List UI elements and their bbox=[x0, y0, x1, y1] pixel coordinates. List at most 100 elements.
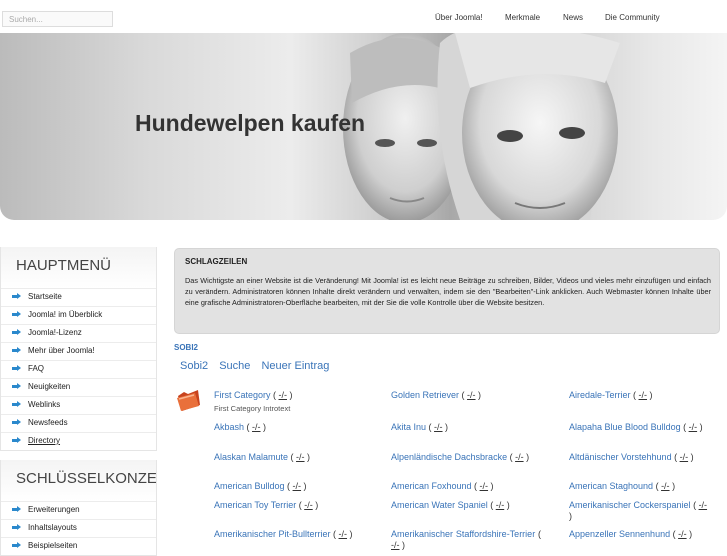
category-link[interactable]: Amerikanischer Cockerspaniel ( -/- ) bbox=[569, 500, 712, 522]
category-link[interactable]: American Foxhound ( -/- ) bbox=[391, 481, 541, 492]
category-name[interactable]: Alapaha Blue Blood Bulldog bbox=[569, 422, 681, 432]
header-banner: Hundewelpen kaufen bbox=[0, 33, 727, 220]
category-count: ( -/- ) bbox=[459, 390, 482, 400]
category-count: ( -/- ) bbox=[284, 481, 307, 491]
menu-item-label: Directory bbox=[28, 436, 61, 445]
main-menu-title: HAUPTMENÜ bbox=[1, 247, 156, 288]
topnav-item-merkmale[interactable]: Merkmale bbox=[505, 13, 540, 22]
category-name[interactable]: Akbash bbox=[214, 422, 244, 432]
menu-item-label: Beispielseiten bbox=[28, 541, 78, 550]
category-link[interactable]: Airedale-Terrier ( -/- ) bbox=[569, 390, 712, 401]
menu-item-directory[interactable]: Directory bbox=[1, 432, 156, 450]
menu-item-label: Neuigkeiten bbox=[28, 382, 71, 391]
main-menu: HAUPTMENÜ Startseite Joomla! im Überblic… bbox=[0, 247, 157, 451]
category-count: ( -/- ) bbox=[670, 529, 693, 539]
menu-item-label: Mehr über Joomla! bbox=[28, 346, 95, 355]
category-count: ( -/- ) bbox=[270, 390, 293, 400]
topnav-item-ueber-joomla[interactable]: Über Joomla! bbox=[435, 13, 483, 22]
menu-item-faq[interactable]: FAQ bbox=[1, 360, 156, 378]
count-value: -/- bbox=[467, 390, 476, 400]
count-value: -/- bbox=[434, 422, 443, 432]
sobi-nav-search[interactable]: Suche bbox=[219, 360, 250, 372]
category-link[interactable]: American Water Spaniel ( -/- ) bbox=[391, 500, 541, 511]
count-value: -/- bbox=[292, 481, 302, 491]
category-link[interactable]: First Category ( -/- ) bbox=[214, 390, 359, 401]
count-value: -/- bbox=[678, 529, 687, 539]
menu-item-startseite[interactable]: Startseite bbox=[1, 288, 156, 306]
headlines-box: SCHLAGZEILEN Das Wichtigste an einer Web… bbox=[174, 248, 720, 334]
menu-item-erweiterungen[interactable]: Erweiterungen bbox=[1, 501, 156, 519]
category-link[interactable]: Alapaha Blue Blood Bulldog ( -/- ) bbox=[569, 422, 712, 433]
menu-item-weblinks[interactable]: Weblinks bbox=[1, 396, 156, 414]
category-name[interactable]: Altdänischer Vorstehhund bbox=[569, 452, 672, 462]
category-link[interactable]: Alaskan Malamute ( -/- ) bbox=[214, 452, 359, 463]
count-value: -/- bbox=[698, 500, 708, 510]
menu-item-label: FAQ bbox=[28, 364, 45, 373]
sobi-navigation: Sobi2 Suche Neuer Eintrag bbox=[180, 360, 337, 372]
menu-item-neuigkeiten[interactable]: Neuigkeiten bbox=[1, 378, 156, 396]
category-count: ( -/- ) bbox=[671, 452, 694, 462]
category-name[interactable]: First Category bbox=[214, 390, 271, 400]
concepts-menu-title: SCHLÜSSELKONZEPTE bbox=[1, 460, 156, 501]
category-name[interactable]: American Toy Terrier bbox=[214, 500, 296, 510]
category-name[interactable]: Alaskan Malamute bbox=[214, 452, 288, 462]
category-name[interactable]: American Water Spaniel bbox=[391, 500, 488, 510]
count-value: -/- bbox=[278, 390, 288, 400]
count-value: -/- bbox=[304, 500, 313, 510]
category-name[interactable]: Golden Retriever bbox=[391, 390, 459, 400]
topnav-item-news[interactable]: News bbox=[563, 13, 583, 22]
menu-item-label: Newsfeeds bbox=[28, 418, 68, 427]
sobi-section-label: SOBI2 bbox=[174, 343, 199, 352]
menu-item-inhaltslayouts[interactable]: Inhaltslayouts bbox=[1, 519, 156, 537]
category-link[interactable]: American Staghound ( -/- ) bbox=[569, 481, 712, 492]
category-count: ( -/- ) bbox=[426, 422, 449, 432]
category-link[interactable]: Akita Inu ( -/- ) bbox=[391, 422, 541, 433]
category-name[interactable]: American Foxhound bbox=[391, 481, 472, 491]
category-name[interactable]: Alpenländische Dachsbracke bbox=[391, 452, 507, 462]
menu-item-mehr[interactable]: Mehr über Joomla! bbox=[1, 342, 156, 360]
category-count: ( -/- ) bbox=[680, 422, 703, 432]
category-introtext: First Category Introtext bbox=[214, 404, 291, 413]
menu-item-label: Joomla!-Lizenz bbox=[28, 328, 82, 337]
count-value: -/- bbox=[679, 452, 689, 462]
category-count: ( -/- ) bbox=[296, 500, 319, 510]
headlines-text: Das Wichtigste an einer Website ist die … bbox=[185, 276, 711, 307]
topnav-item-community[interactable]: Die Community bbox=[605, 13, 660, 22]
menu-item-lizenz[interactable]: Joomla!-Lizenz bbox=[1, 324, 156, 342]
category-link[interactable]: American Toy Terrier ( -/- ) bbox=[214, 500, 359, 511]
menu-item-label: Inhaltslayouts bbox=[28, 523, 77, 532]
category-name[interactable]: Akita Inu bbox=[391, 422, 426, 432]
menu-item-label: Joomla! im Überblick bbox=[28, 310, 103, 319]
menu-item-newsfeeds[interactable]: Newsfeeds bbox=[1, 414, 156, 432]
count-value: -/- bbox=[252, 422, 261, 432]
category-name[interactable]: Amerikanischer Pit-Bullterrier bbox=[214, 529, 331, 539]
category-name[interactable]: Amerikanischer Cockerspaniel bbox=[569, 500, 691, 510]
menu-item-label: Startseite bbox=[28, 292, 62, 301]
category-name[interactable]: Airedale-Terrier bbox=[569, 390, 631, 400]
category-link[interactable]: Amerikanischer Pit-Bullterrier ( -/- ) bbox=[214, 529, 359, 540]
category-link[interactable]: Golden Retriever ( -/- ) bbox=[391, 390, 541, 401]
category-name[interactable]: American Staghound bbox=[569, 481, 653, 491]
category-link[interactable]: American Bulldog ( -/- ) bbox=[214, 481, 359, 492]
category-name[interactable]: Appenzeller Sennenhund bbox=[569, 529, 670, 539]
menu-item-beispielseiten[interactable]: Beispielseiten bbox=[1, 537, 156, 555]
folder-icon bbox=[177, 390, 200, 411]
count-value: -/- bbox=[479, 481, 489, 491]
category-link[interactable]: Alpenländische Dachsbracke ( -/- ) bbox=[391, 452, 541, 463]
category-name[interactable]: Amerikanischer Staffordshire-Terrier bbox=[391, 529, 535, 539]
sobi-nav-new-entry[interactable]: Neuer Eintrag bbox=[261, 360, 329, 372]
headlines-title: SCHLAGZEILEN bbox=[185, 257, 248, 266]
count-value: -/- bbox=[495, 500, 505, 510]
category-link[interactable]: Amerikanischer Staffordshire-Terrier ( -… bbox=[391, 529, 541, 551]
menu-item-ueberblick[interactable]: Joomla! im Überblick bbox=[1, 306, 156, 324]
category-count: ( -/- ) bbox=[653, 481, 676, 491]
sobi-nav-home[interactable]: Sobi2 bbox=[180, 360, 208, 372]
category-count: ( -/- ) bbox=[630, 390, 653, 400]
category-count: ( -/- ) bbox=[507, 452, 530, 462]
category-link[interactable]: Akbash ( -/- ) bbox=[214, 422, 359, 433]
category-link[interactable]: Appenzeller Sennenhund ( -/- ) bbox=[569, 529, 712, 540]
category-name[interactable]: American Bulldog bbox=[214, 481, 285, 491]
category-link[interactable]: Altdänischer Vorstehhund ( -/- ) bbox=[569, 452, 712, 463]
category-count: ( -/- ) bbox=[330, 529, 353, 539]
menu-item-label: Weblinks bbox=[28, 400, 61, 409]
